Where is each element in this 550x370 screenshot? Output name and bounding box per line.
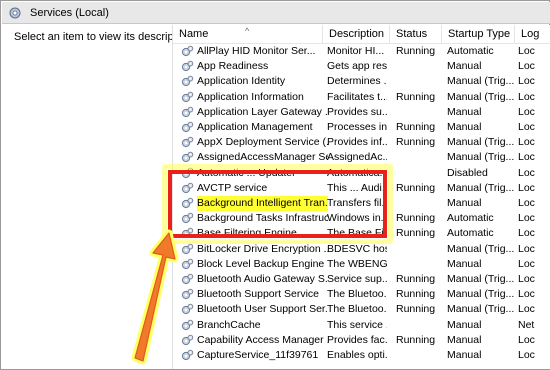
pointer-arrow-icon (131, 229, 179, 365)
services-window: Services (Local) Select an item to view … (0, 0, 550, 370)
